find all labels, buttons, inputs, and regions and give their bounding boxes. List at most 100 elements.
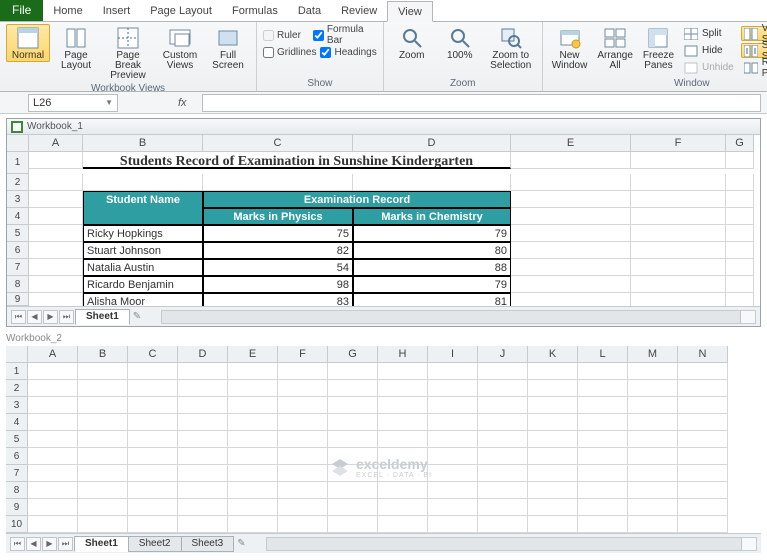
sheet-nav-next[interactable]: ▶ bbox=[42, 537, 57, 551]
col-header[interactable]: A bbox=[28, 346, 78, 363]
grid-cell[interactable] bbox=[328, 363, 378, 380]
grid-cell[interactable] bbox=[428, 397, 478, 414]
grid-cell[interactable] bbox=[29, 225, 83, 242]
grid-cell[interactable] bbox=[29, 208, 83, 225]
new-sheet-icon[interactable]: ✎ bbox=[237, 538, 245, 549]
grid-cell[interactable] bbox=[631, 276, 726, 293]
select-all-cell[interactable] bbox=[7, 135, 29, 152]
grid-cell[interactable] bbox=[428, 516, 478, 533]
grid-cell[interactable] bbox=[428, 482, 478, 499]
grid-cell[interactable] bbox=[228, 465, 278, 482]
grid-cell[interactable] bbox=[78, 448, 128, 465]
tab-view[interactable]: View bbox=[387, 1, 433, 22]
grid-cell[interactable] bbox=[628, 516, 678, 533]
col-header[interactable]: G bbox=[726, 135, 754, 152]
grid-cell[interactable] bbox=[128, 499, 178, 516]
normal-view-button[interactable]: Normal bbox=[6, 24, 50, 62]
grid-cell[interactable] bbox=[328, 482, 378, 499]
grid-cell[interactable] bbox=[726, 259, 754, 276]
grid-cell[interactable] bbox=[528, 516, 578, 533]
scroll-right-button[interactable] bbox=[740, 311, 755, 323]
grid-cell[interactable] bbox=[29, 293, 83, 306]
grid-cell[interactable] bbox=[678, 465, 728, 482]
grid-cell[interactable] bbox=[726, 152, 754, 169]
physics-cell[interactable]: 54 bbox=[203, 259, 353, 276]
grid-cell[interactable] bbox=[178, 431, 228, 448]
grid-cell[interactable] bbox=[128, 363, 178, 380]
col-header[interactable]: J bbox=[478, 346, 528, 363]
grid-cell[interactable] bbox=[228, 363, 278, 380]
new-sheet-icon[interactable]: ✎ bbox=[133, 311, 141, 322]
physics-cell[interactable]: 83 bbox=[203, 293, 353, 306]
col-header[interactable]: H bbox=[378, 346, 428, 363]
grid-cell[interactable] bbox=[478, 363, 528, 380]
grid-cell[interactable] bbox=[28, 448, 78, 465]
grid-cell[interactable] bbox=[631, 174, 726, 191]
grid-cell[interactable] bbox=[178, 363, 228, 380]
grid-cell[interactable] bbox=[428, 414, 478, 431]
grid-cell[interactable] bbox=[128, 448, 178, 465]
sheet-nav-last[interactable]: ⏭ bbox=[58, 537, 73, 551]
grid-cell[interactable] bbox=[228, 397, 278, 414]
grid-cell[interactable] bbox=[178, 448, 228, 465]
row-header[interactable]: 1 bbox=[7, 152, 29, 174]
unhide-button[interactable]: Unhide bbox=[681, 60, 737, 75]
grid-cell[interactable] bbox=[726, 242, 754, 259]
grid-cell[interactable] bbox=[628, 397, 678, 414]
arrange-all-button[interactable]: Arrange All bbox=[594, 24, 636, 72]
grid-cell[interactable] bbox=[511, 174, 631, 191]
col-header[interactable]: B bbox=[78, 346, 128, 363]
row-header[interactable]: 8 bbox=[7, 276, 29, 293]
sheet-nav-first[interactable]: ⏮ bbox=[11, 310, 26, 324]
col-header[interactable]: D bbox=[353, 135, 511, 152]
full-screen-button[interactable]: Full Screen bbox=[206, 24, 250, 72]
row-header[interactable]: 8 bbox=[6, 482, 28, 499]
grid-cell[interactable] bbox=[28, 516, 78, 533]
row-header[interactable]: 1 bbox=[6, 363, 28, 380]
row-header[interactable]: 5 bbox=[6, 431, 28, 448]
physics-cell[interactable]: 98 bbox=[203, 276, 353, 293]
grid-cell[interactable] bbox=[378, 414, 428, 431]
col-header[interactable]: F bbox=[631, 135, 726, 152]
grid-cell[interactable] bbox=[203, 174, 353, 191]
grid-cell[interactable] bbox=[328, 465, 378, 482]
grid-cell[interactable] bbox=[628, 380, 678, 397]
grid-cell[interactable] bbox=[378, 482, 428, 499]
row-header[interactable]: 9 bbox=[7, 293, 29, 306]
grid-cell[interactable] bbox=[528, 482, 578, 499]
grid-cell[interactable] bbox=[278, 380, 328, 397]
row-header[interactable]: 10 bbox=[6, 516, 28, 533]
grid-cell[interactable] bbox=[478, 499, 528, 516]
chemistry-cell[interactable]: 79 bbox=[353, 276, 511, 293]
grid-cell[interactable] bbox=[678, 516, 728, 533]
page-layout-button[interactable]: Page Layout bbox=[54, 24, 98, 72]
grid-cell[interactable] bbox=[478, 465, 528, 482]
grid-cell[interactable] bbox=[578, 414, 628, 431]
grid-cell[interactable] bbox=[178, 482, 228, 499]
grid-cell[interactable] bbox=[278, 414, 328, 431]
grid-cell[interactable] bbox=[78, 397, 128, 414]
grid-cell[interactable] bbox=[28, 482, 78, 499]
grid-cell[interactable] bbox=[428, 363, 478, 380]
grid-cell[interactable] bbox=[631, 191, 726, 208]
grid-cell[interactable] bbox=[29, 191, 83, 208]
grid-cell[interactable] bbox=[128, 465, 178, 482]
row-header[interactable]: 3 bbox=[6, 397, 28, 414]
hide-button[interactable]: Hide bbox=[681, 43, 737, 58]
grid-cell[interactable] bbox=[128, 397, 178, 414]
grid-cell[interactable] bbox=[378, 516, 428, 533]
grid-cell[interactable] bbox=[628, 448, 678, 465]
col-header[interactable]: C bbox=[203, 135, 353, 152]
grid-cell[interactable] bbox=[328, 397, 378, 414]
grid-cell[interactable] bbox=[328, 380, 378, 397]
zoom-selection-button[interactable]: Zoom to Selection bbox=[486, 24, 536, 72]
grid-cell[interactable] bbox=[28, 499, 78, 516]
grid-cell[interactable] bbox=[726, 174, 754, 191]
col-header[interactable]: F bbox=[278, 346, 328, 363]
grid-cell[interactable] bbox=[478, 414, 528, 431]
tab-insert[interactable]: Insert bbox=[93, 0, 141, 21]
grid-cell[interactable] bbox=[28, 363, 78, 380]
sheet-tab[interactable]: Sheet2 bbox=[128, 536, 182, 552]
grid-cell[interactable] bbox=[28, 431, 78, 448]
grid-cell[interactable] bbox=[628, 431, 678, 448]
